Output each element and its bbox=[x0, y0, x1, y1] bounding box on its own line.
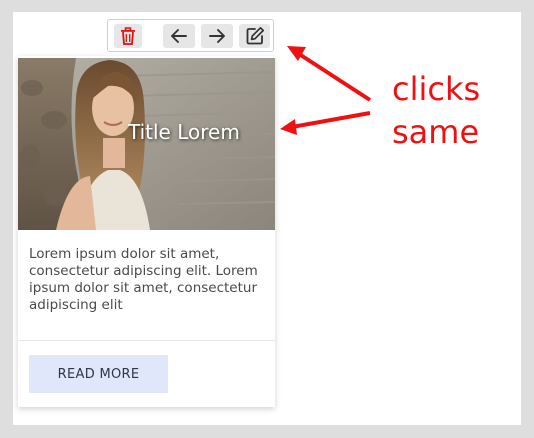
annotation-arrows bbox=[280, 46, 372, 135]
annotation-text: clicks same bbox=[392, 68, 480, 154]
arrow-to-title bbox=[291, 111, 371, 129]
annotation-line-2: same bbox=[392, 113, 480, 151]
arrow-to-toolbar bbox=[294, 50, 372, 102]
annotation-line-1: clicks bbox=[392, 70, 481, 108]
arrowhead-icon bbox=[280, 119, 297, 135]
